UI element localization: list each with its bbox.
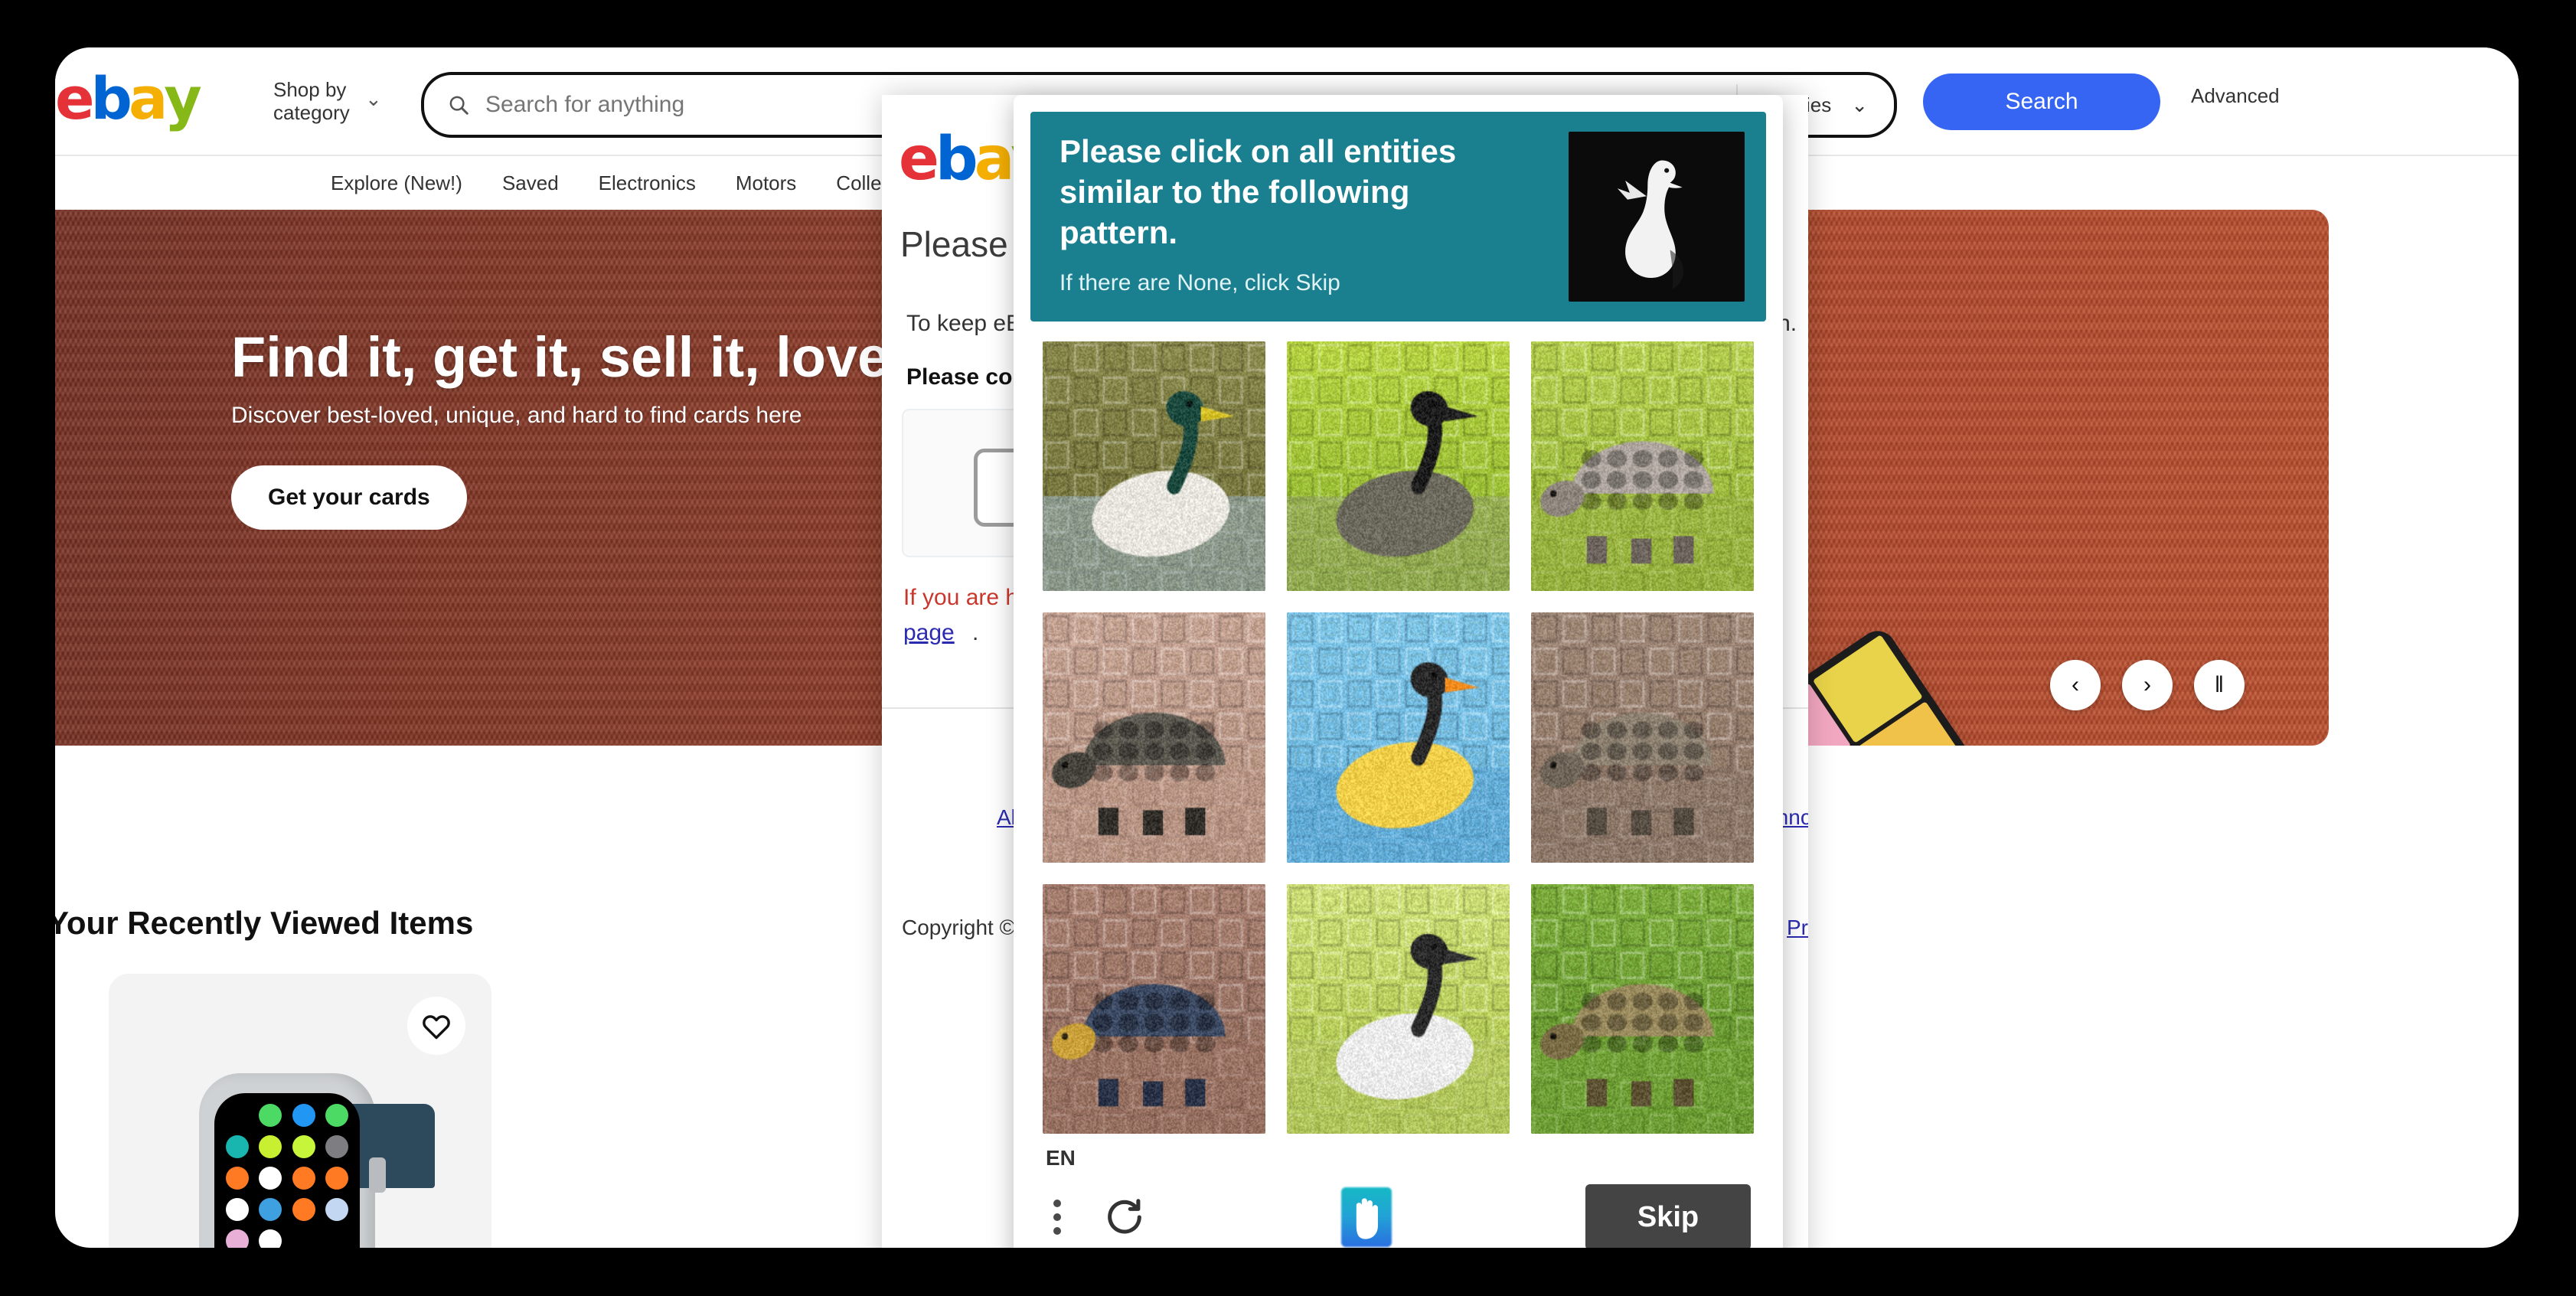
hcaptcha-hand-icon <box>1341 1187 1392 1247</box>
settings-app-icon <box>325 1135 348 1158</box>
calendar-app-icon <box>259 1167 282 1190</box>
ebay-logo[interactable]: e b a y <box>55 75 198 122</box>
heart-icon <box>421 1012 452 1040</box>
workout-app-icon <box>292 1135 315 1158</box>
logo-letter-b: b <box>935 135 975 184</box>
nav-item-explore[interactable]: Explore (New!) <box>331 171 462 195</box>
captcha-tile-4[interactable] <box>1287 612 1510 862</box>
contacts-app-icon <box>226 1198 249 1221</box>
logo-letter-b: b <box>91 75 129 122</box>
watch-crown <box>369 1157 386 1193</box>
phone-app-icon <box>259 1104 282 1127</box>
search-icon <box>447 93 470 116</box>
refresh-page-link[interactable]: page <box>903 620 955 646</box>
hcaptcha-language-label[interactable]: EN <box>1014 1141 1783 1170</box>
recently-viewed-title: Your Recently Viewed Items <box>55 905 473 942</box>
hero-subtitle: Discover best-loved, unique, and hard to… <box>231 403 802 429</box>
captcha-tile-5[interactable] <box>1531 612 1754 862</box>
logo-letter-a: a <box>975 135 1011 184</box>
skip-button[interactable]: Skip <box>1585 1184 1751 1248</box>
compass-app-icon <box>259 1229 282 1248</box>
breathe-app-icon <box>226 1135 249 1158</box>
hcaptcha-logo-icon[interactable] <box>1341 1187 1392 1247</box>
advanced-search-link[interactable]: Advanced <box>2191 84 2280 108</box>
photos-app-icon <box>226 1229 249 1248</box>
logo-letter-a: a <box>129 75 164 122</box>
captcha-tile-1[interactable] <box>1287 341 1510 591</box>
watch-screen <box>214 1093 360 1248</box>
nav-item-motors[interactable]: Motors <box>736 171 796 195</box>
hcaptcha-prompt-banner: Please click on all entities similar to … <box>1030 112 1766 322</box>
mail-app-icon <box>292 1104 315 1127</box>
carousel-pause-button[interactable]: ‖ <box>2194 660 2245 710</box>
kebab-menu-icon[interactable] <box>1046 1193 1069 1241</box>
captcha-tile-7[interactable] <box>1287 884 1510 1134</box>
watchlist-heart-button[interactable] <box>407 997 465 1055</box>
globe-app-icon <box>325 1167 348 1190</box>
timer-app-icon <box>292 1167 315 1190</box>
hcaptcha-prompt-block: Please click on all entities similar to … <box>1059 132 1488 296</box>
chevron-down-icon: ⌄ <box>1851 93 1868 117</box>
appstore-app-icon <box>325 1198 348 1221</box>
carousel-next-button[interactable]: › <box>2122 660 2173 710</box>
nav-item-electronics[interactable]: Electronics <box>599 171 696 195</box>
browser-window: e b a y Shop by category ⌄ tegories ⌄ <box>55 47 2519 1248</box>
get-your-cards-button[interactable]: Get your cards <box>231 465 467 530</box>
stopwatch-app-icon <box>226 1167 249 1190</box>
hcaptcha-prompt-text: Please click on all entities similar to … <box>1059 132 1488 253</box>
messages-app-icon <box>325 1104 348 1127</box>
carousel-prev-button[interactable]: ‹ <box>2050 660 2101 710</box>
privacy-link[interactable]: Privacy <box>1787 916 1808 940</box>
hcaptcha-footer: Skip <box>1014 1170 1783 1248</box>
logo-letter-e: e <box>55 75 91 122</box>
error-period: . <box>972 620 978 646</box>
hero-title: Find it, get it, sell it, love it <box>231 325 939 390</box>
screenshot-stage: e b a y Shop by category ⌄ tegories ⌄ <box>0 0 2576 1296</box>
captcha-tile-6[interactable] <box>1043 884 1265 1134</box>
swan-silhouette-icon <box>1599 147 1714 292</box>
captcha-tile-2[interactable] <box>1531 341 1754 591</box>
captcha-tile-3[interactable] <box>1043 612 1265 862</box>
captcha-tile-0[interactable] <box>1043 341 1265 591</box>
captcha-tile-8[interactable] <box>1531 884 1754 1134</box>
logo-letter-y: y <box>164 75 198 122</box>
hcaptcha-challenge-panel: Please click on all entities similar to … <box>1014 95 1783 1248</box>
refresh-icon[interactable] <box>1102 1195 1147 1239</box>
activity-app-icon <box>259 1135 282 1158</box>
logo-letter-e: e <box>899 135 935 184</box>
recently-viewed-item-card[interactable] <box>109 974 491 1248</box>
hcaptcha-image-grid <box>1014 322 1783 1141</box>
watch-app-grid <box>224 1102 351 1248</box>
hcaptcha-subprompt-text: If there are None, click Skip <box>1059 270 1488 296</box>
nav-item-saved[interactable]: Saved <box>502 171 559 195</box>
alarm-app-icon <box>292 1198 315 1221</box>
weather-app-icon <box>259 1198 282 1221</box>
chevron-down-icon[interactable]: ⌄ <box>365 87 382 111</box>
carousel-controls: ‹ › ‖ <box>2050 660 2245 710</box>
apple-watch-image <box>199 1073 375 1248</box>
swan-reference-image <box>1569 132 1745 302</box>
search-button[interactable]: Search <box>1923 73 2160 130</box>
